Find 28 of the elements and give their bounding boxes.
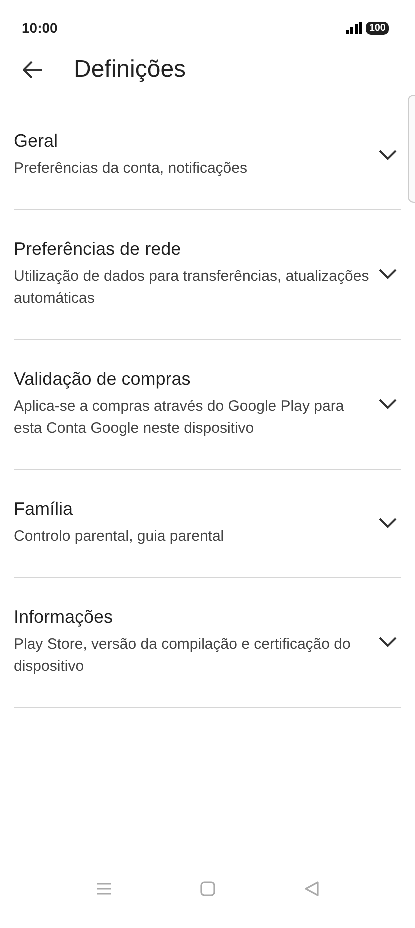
section-subtitle: Aplica-se a compras através do Google Play para esta Conta Google neste dispositivo	[14, 397, 346, 439]
settings-section[interactable]: Informações Play Store, versão da compilação e certificação do dispositivo	[14, 578, 401, 708]
chevron-icon	[379, 636, 397, 648]
signal-icon	[346, 22, 362, 34]
settings-section[interactable]: Geral Preferências da conta, notificações	[14, 102, 401, 210]
menu-icon[interactable]	[96, 882, 112, 896]
chevron-icon	[379, 268, 397, 280]
settings-section[interactable]: Validação de compras Aplica-se a compras através do Google Play para esta Conta Google neste dispositivo	[14, 340, 401, 470]
back-icon[interactable]	[23, 61, 43, 79]
section-subtitle: Utilização de dados para transferências, atualizações automáticas	[14, 267, 370, 309]
section-title: Família	[14, 498, 74, 521]
chevron-icon	[379, 518, 397, 528]
page-title: Definições	[74, 56, 186, 84]
section-subtitle: Preferências da conta, notificações	[14, 159, 248, 179]
chevron-icon	[379, 150, 397, 160]
chevron-icon	[379, 398, 397, 410]
home-icon[interactable]	[200, 881, 216, 897]
section-title: Preferências de rede	[14, 238, 182, 261]
battery-level: 100	[366, 22, 389, 34]
settings-section[interactable]: Família Controlo parental, guia parental	[14, 470, 401, 578]
section-title: Geral	[14, 130, 60, 153]
back-nav-icon[interactable]	[304, 881, 320, 897]
settings-section[interactable]: Preferências de rede Utilização de dados para transferências, atualizações automáticas	[14, 210, 401, 340]
section-title: Validação de compras	[14, 368, 192, 391]
status-time: 10:00	[22, 20, 58, 36]
section-subtitle: Controlo parental, guia parental	[14, 527, 226, 547]
section-title: Informações	[14, 606, 114, 629]
section-subtitle: Play Store, versão da compilação e certificação do dispositivo	[14, 635, 352, 677]
